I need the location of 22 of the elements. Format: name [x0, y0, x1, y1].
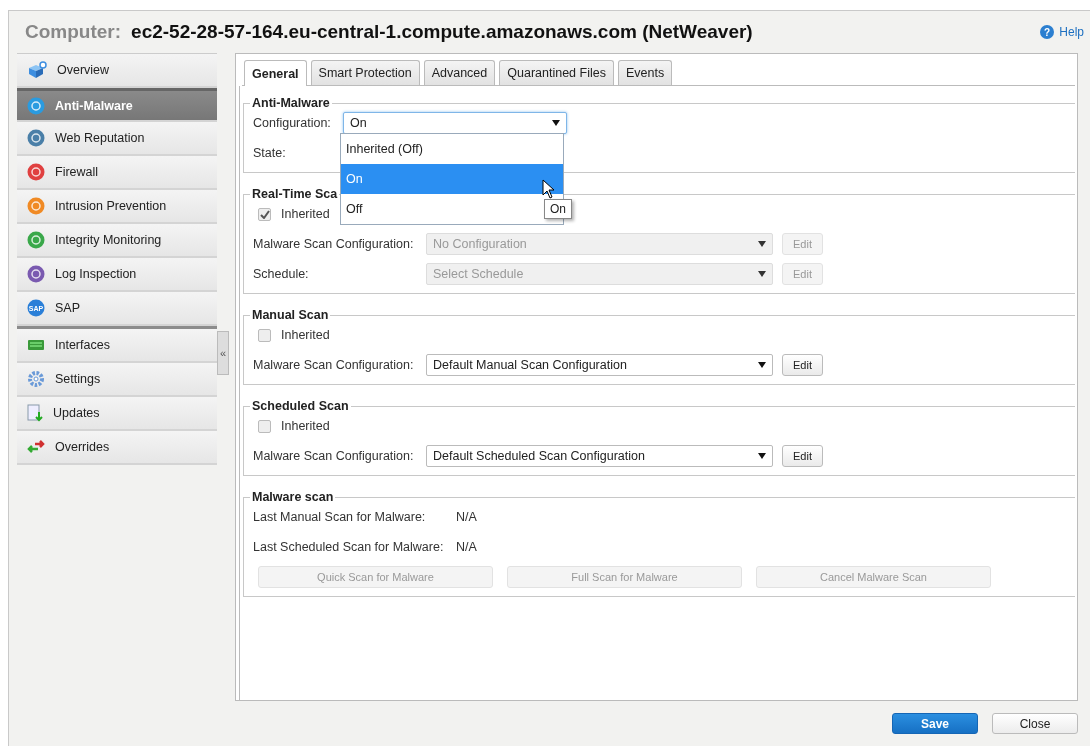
page-title: ec2-52-28-57-164.eu-central-1.compute.amazonaws.com (NetWeaver)	[131, 21, 754, 43]
field-label: State:	[253, 146, 286, 160]
help-icon: ?	[1040, 25, 1055, 39]
page-title-label: Computer:	[25, 21, 122, 43]
field-label: Last Manual Scan for Malware:	[253, 510, 427, 524]
checkbox-label: Inherited	[281, 419, 330, 433]
field-label: Malware Scan Configuration:	[253, 449, 415, 463]
field-label: Last Scheduled Scan for Malware:	[253, 540, 445, 554]
field-label: Schedule:	[253, 267, 310, 281]
group-title: Scheduled Scan	[251, 399, 350, 413]
field-label: Configuration:	[253, 116, 332, 130]
checkbox-label: Inherited	[281, 207, 330, 221]
checkbox-label: Inherited	[281, 328, 330, 342]
tooltip: On	[544, 199, 572, 219]
field-label: Malware Scan Configuration:	[253, 237, 415, 251]
group-title: Anti-Malware	[251, 96, 331, 110]
field-value: N/A	[456, 510, 477, 524]
group-title: Real-Time Sca	[251, 187, 339, 201]
group-title: Manual Scan	[251, 308, 330, 322]
group-title: Malware scan	[251, 490, 335, 504]
field-value: N/A	[456, 540, 477, 554]
field-label: Malware Scan Configuration:	[253, 358, 415, 372]
